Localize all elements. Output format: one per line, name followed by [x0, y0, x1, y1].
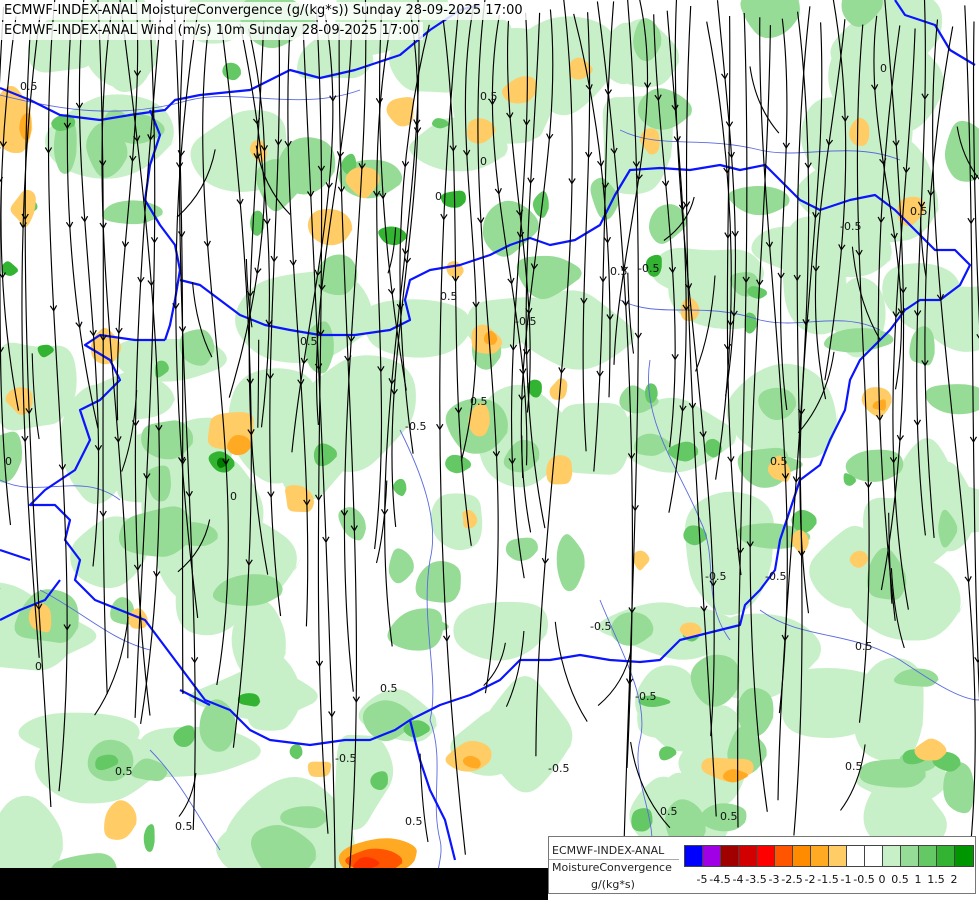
legend-colorbar: [684, 845, 974, 867]
colorbar-swatch: [685, 846, 703, 866]
contour-label: 0.5: [440, 290, 458, 303]
contour-label: 0.5: [175, 820, 193, 833]
legend-parameter: MoistureConvergence: [552, 861, 672, 874]
colorbar-swatch: [919, 846, 937, 866]
contour-label: -0.5: [548, 762, 569, 775]
colorbar-tick-label: -3.5: [745, 873, 767, 886]
divergence-area-weak: [546, 455, 573, 485]
legend-tick-labels: -5 -4.5 -4 -3.5 -3 -2.5 -2 -1.5 -1 -0.5 0 0.5 1 1.5 2: [684, 873, 974, 887]
colorbar-tick-label: -0.5: [853, 873, 875, 886]
moisture-convergence-map: 0.5 0.5 0.5 0.5 0.5 0.5 0.5 0.5 0.5 0.5 0.5 0.5 0.5 0…: [0, 0, 979, 900]
map-bottom-band: [0, 868, 548, 900]
contour-label: 0.5: [470, 395, 488, 408]
contour-label: 0.5: [610, 265, 628, 278]
colorbar-swatch: [937, 846, 955, 866]
contour-label: -0.5: [590, 620, 611, 633]
colorbar-tick-label: 1: [914, 873, 922, 886]
contour-label: -0.5: [515, 315, 536, 328]
contour-label: -0.5: [335, 752, 356, 765]
colorbar-swatch: [811, 846, 829, 866]
contour-label: 0.5: [480, 90, 498, 103]
colorbar-swatch: [739, 846, 757, 866]
colorbar-tick-label: -2.5: [781, 873, 803, 886]
colorbar-tick-label: -4: [732, 873, 744, 886]
contour-label: -0.5: [705, 570, 726, 583]
contour-label: 0: [435, 190, 442, 203]
colorbar-swatch: [865, 846, 883, 866]
contour-label: 0: [35, 660, 42, 673]
contour-label: 0: [230, 490, 237, 503]
contour-label: 0.5: [660, 805, 678, 818]
contour-label: 0.5: [300, 335, 318, 348]
contour-label: -0.5: [840, 220, 861, 233]
contour-label: 0.5: [380, 682, 398, 695]
colorbar-swatch: [955, 846, 973, 866]
contour-label: 0: [480, 155, 487, 168]
contour-label: 0.5: [115, 765, 133, 778]
contour-label: 0.5: [720, 810, 738, 823]
contour-label: -0.5: [765, 570, 786, 583]
map-viewport: 0.5 0.5 0.5 0.5 0.5 0.5 0.5 0.5 0.5 0.5 0.5 0.5 0.5 0…: [0, 0, 979, 900]
colorbar-tick-label: 1.5: [927, 873, 945, 886]
legend-separator: [549, 859, 679, 860]
contour-label: 0.5: [910, 205, 928, 218]
divergence-area-weak: [307, 761, 332, 777]
contour-label: -0.5: [635, 690, 656, 703]
colorbar-tick-label: 2: [950, 873, 958, 886]
colorbar-tick-label: -5: [696, 873, 708, 886]
contour-label: -0.5: [405, 420, 426, 433]
colorbar-swatch: [793, 846, 811, 866]
contour-label: 0: [5, 455, 12, 468]
contour-label: 0: [880, 62, 887, 75]
map-title-wind: ECMWF-INDEX-ANAL Wind (m/s) 10m Sunday 2…: [0, 22, 424, 40]
legend-unit: g/(kg*s): [591, 878, 635, 891]
colorbar-swatch: [883, 846, 901, 866]
contour-label: 0.5: [20, 80, 38, 93]
colorbar-swatch: [757, 846, 775, 866]
colorbar-tick-label: -1: [840, 873, 852, 886]
colorbar-swatch: [721, 846, 739, 866]
color-legend: ECMWF-INDEX-ANAL MoistureConvergence g/(…: [548, 836, 976, 894]
colorbar-swatch: [901, 846, 919, 866]
legend-model-name: ECMWF-INDEX-ANAL: [552, 844, 665, 857]
contour-label: 0.5: [845, 760, 863, 773]
colorbar-tick-label: 0: [878, 873, 886, 886]
colorbar-swatch: [703, 846, 721, 866]
contour-label: 0.5: [405, 815, 423, 828]
map-title-moisture: ECMWF-INDEX-ANAL MoistureConvergence (g/…: [0, 2, 527, 20]
contour-label: 0.5: [855, 640, 873, 653]
contour-label: 0.5: [770, 455, 788, 468]
colorbar-swatch: [847, 846, 865, 866]
contour-label: -0.5: [638, 262, 659, 275]
colorbar-swatch: [775, 846, 793, 866]
colorbar-swatch: [829, 846, 847, 866]
colorbar-tick-label: -4.5: [709, 873, 731, 886]
colorbar-tick-label: -1.5: [817, 873, 839, 886]
colorbar-tick-label: -2: [804, 873, 816, 886]
colorbar-tick-label: 0.5: [891, 873, 909, 886]
colorbar-tick-label: -3: [768, 873, 780, 886]
